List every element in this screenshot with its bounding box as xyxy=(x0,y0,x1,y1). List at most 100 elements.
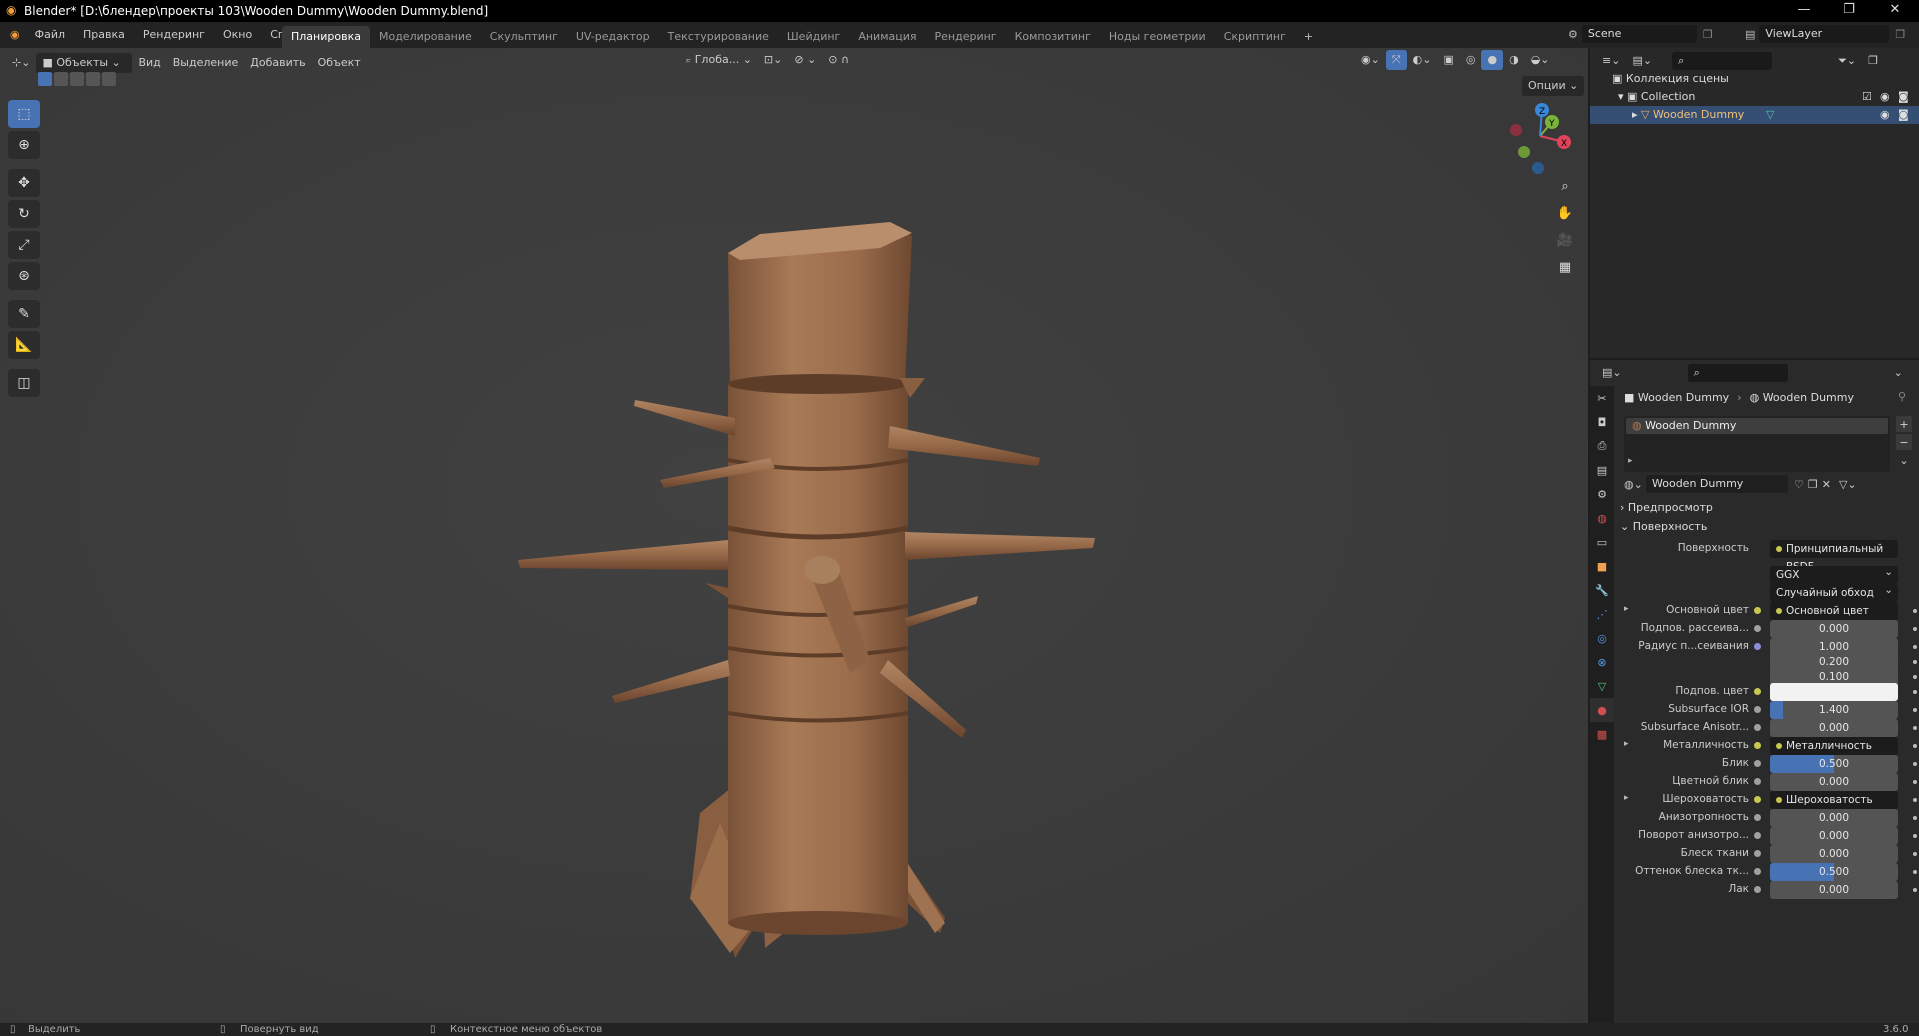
modifier-tab-icon[interactable]: 🔧 xyxy=(1590,578,1614,602)
blender-menu-icon[interactable]: ◉ xyxy=(4,24,26,46)
fake-user-icon[interactable]: ♡ xyxy=(1794,478,1804,491)
keyframe-dot-icon[interactable] xyxy=(1913,627,1917,631)
constraints-tab-icon[interactable]: ⊗ xyxy=(1590,650,1614,674)
socket-icon[interactable] xyxy=(1754,625,1761,632)
zoom-icon[interactable]: ⌕ xyxy=(1553,174,1577,198)
3d-viewport[interactable]: ⊹⌄ ■ Объекты ⌄ Вид Выделение Добавить Об… xyxy=(0,48,1588,1023)
object-tab-icon[interactable]: ■ xyxy=(1590,554,1614,578)
keyframe-dot-icon[interactable] xyxy=(1913,708,1917,712)
new-viewlayer-icon[interactable]: ❐ xyxy=(1895,28,1905,41)
add-cube-tool-icon[interactable]: ◫ xyxy=(8,369,40,397)
measure-tool-icon[interactable]: 📐 xyxy=(8,331,40,359)
socket-icon[interactable] xyxy=(1754,832,1761,839)
gizmo-neg-y-axis[interactable] xyxy=(1518,146,1530,158)
object-row[interactable]: ▸ ▽ Wooden Dummy ▽ ◉ ◙ xyxy=(1590,106,1919,124)
menu-render[interactable]: Рендеринг xyxy=(134,24,214,46)
tab-animation[interactable]: Анимация xyxy=(849,26,925,48)
slot-expand-icon[interactable]: ▸ xyxy=(1628,456,1633,466)
wireframe-shading-icon[interactable]: ◎ xyxy=(1460,50,1482,70)
annotate-tool-icon[interactable]: ✎ xyxy=(8,300,40,328)
keyframe-dot-icon[interactable] xyxy=(1913,609,1917,613)
tab-sculpting[interactable]: Скульптинг xyxy=(481,26,567,48)
add-slot-icon[interactable]: + xyxy=(1896,416,1912,432)
maximize-button[interactable]: ❐ xyxy=(1834,2,1864,17)
socket-icon[interactable] xyxy=(1754,607,1761,614)
collection-checkbox-icon[interactable]: ☑ xyxy=(1862,88,1872,106)
object-expand-icon[interactable]: ▸ xyxy=(1632,108,1641,121)
collection-expand-icon[interactable]: ▾ xyxy=(1618,90,1627,103)
properties-search-icon[interactable]: ⌕ xyxy=(1687,364,1788,382)
world-tab-icon[interactable]: ◍ xyxy=(1590,506,1614,530)
material-tab-icon[interactable]: ● xyxy=(1590,698,1614,722)
perspective-grid-icon[interactable]: ▦ xyxy=(1553,255,1577,279)
tab-rendering[interactable]: Рендеринг xyxy=(926,26,1006,48)
xray-icon[interactable]: ▣ xyxy=(1437,50,1459,70)
tool-tab-icon[interactable]: ✂ xyxy=(1590,386,1614,410)
rendered-shading-icon[interactable]: ◒⌄ xyxy=(1525,50,1556,70)
new-scene-icon[interactable]: ❐ xyxy=(1703,28,1713,41)
keyframe-dot-icon[interactable] xyxy=(1913,870,1917,874)
tab-geometry-nodes[interactable]: Ноды геометрии xyxy=(1100,26,1215,48)
expand-icon[interactable]: ▸ xyxy=(1624,739,1629,749)
options-button[interactable]: Опции ⌄ xyxy=(1522,76,1585,96)
close-button[interactable]: ✕ xyxy=(1880,2,1910,17)
menu-object[interactable]: Объект xyxy=(312,53,367,73)
duplicate-material-icon[interactable]: ❐ xyxy=(1808,478,1818,491)
surface-shader-field[interactable]: Принципиальный BSDF xyxy=(1770,540,1898,573)
collection-tab-icon[interactable]: ▭ xyxy=(1590,530,1614,554)
socket-icon[interactable] xyxy=(1754,643,1761,650)
socket-icon[interactable] xyxy=(1754,886,1761,893)
minimize-button[interactable]: — xyxy=(1789,2,1819,17)
menu-add[interactable]: Добавить xyxy=(244,53,311,73)
menu-file[interactable]: Файл xyxy=(26,24,74,46)
socket-icon[interactable] xyxy=(1754,724,1761,731)
collection-eye-icon[interactable]: ◉ xyxy=(1880,88,1890,106)
socket-icon[interactable] xyxy=(1754,742,1761,749)
keyframe-dot-icon[interactable] xyxy=(1913,798,1917,802)
tab-uv-editing[interactable]: UV-редактор xyxy=(567,26,659,48)
collection-row[interactable]: ▾ ▣ Collection ☑ ◉ ◙ xyxy=(1590,88,1919,106)
cursor-tool-icon[interactable]: ⊕ xyxy=(8,131,40,159)
expand-icon[interactable]: ▸ xyxy=(1624,604,1629,614)
solid-shading-icon[interactable]: ● xyxy=(1481,50,1504,70)
menu-view[interactable]: Вид xyxy=(132,53,166,73)
tab-compositing[interactable]: Композитинг xyxy=(1006,26,1100,48)
select-intersect-icon[interactable] xyxy=(102,72,116,86)
material-name-field[interactable]: Wooden Dummy xyxy=(1646,475,1788,493)
display-mode-icon[interactable]: ▤⌄ xyxy=(1626,51,1658,71)
keyframe-dot-icon[interactable] xyxy=(1913,834,1917,838)
pan-hand-icon[interactable]: ✋ xyxy=(1553,201,1577,225)
gizmo-neg-x-axis[interactable] xyxy=(1510,124,1522,136)
material-slot-item[interactable]: ◍ Wooden Dummy xyxy=(1626,418,1888,434)
keyframe-dot-icon[interactable] xyxy=(1913,852,1917,856)
physics-tab-icon[interactable]: ◎ xyxy=(1590,626,1614,650)
outliner-search-icon[interactable]: ⌕ xyxy=(1672,52,1773,70)
rotate-tool-icon[interactable]: ↻ xyxy=(8,200,40,228)
surface-panel-header[interactable]: ⌄ Поверхность xyxy=(1620,517,1915,537)
particles-tab-icon[interactable]: ⋰ xyxy=(1590,602,1614,626)
preview-panel-header[interactable]: › Предпросмотр xyxy=(1620,498,1915,518)
socket-icon[interactable] xyxy=(1754,778,1761,785)
properties-editor-type-icon[interactable]: ▤⌄ xyxy=(1596,363,1628,383)
pin-icon[interactable]: ⚲ xyxy=(1898,390,1906,403)
keyframe-dot-icon[interactable] xyxy=(1913,660,1917,664)
data-tab-icon[interactable]: ▽ xyxy=(1590,674,1614,698)
gizmo-neg-z-axis[interactable] xyxy=(1532,162,1544,174)
remove-slot-icon[interactable]: − xyxy=(1896,434,1912,450)
select-box-tool-icon[interactable]: ⬚ xyxy=(8,100,40,128)
keyframe-dot-icon[interactable] xyxy=(1913,744,1917,748)
expand-icon[interactable]: ▸ xyxy=(1624,793,1629,803)
filter-icon[interactable]: ⏷⌄ xyxy=(1832,51,1862,71)
scene-selector[interactable]: Scene xyxy=(1581,25,1697,43)
select-new-icon[interactable] xyxy=(38,72,52,86)
mode-selector[interactable]: ■ Объекты ⌄ xyxy=(36,53,133,73)
select-invert-icon[interactable] xyxy=(86,72,100,86)
link-type-icon[interactable]: ▽⌄ xyxy=(1839,478,1857,491)
menu-select[interactable]: Выделение xyxy=(167,53,245,73)
snap-icon[interactable]: ⊘ ⌄ xyxy=(788,50,822,70)
transform-tool-icon[interactable]: ⊛ xyxy=(8,262,40,290)
keyframe-dot-icon[interactable] xyxy=(1913,690,1917,694)
unlink-material-icon[interactable]: ✕ xyxy=(1822,478,1831,491)
socket-icon[interactable] xyxy=(1754,688,1761,695)
material-shading-icon[interactable]: ◑ xyxy=(1503,50,1525,70)
